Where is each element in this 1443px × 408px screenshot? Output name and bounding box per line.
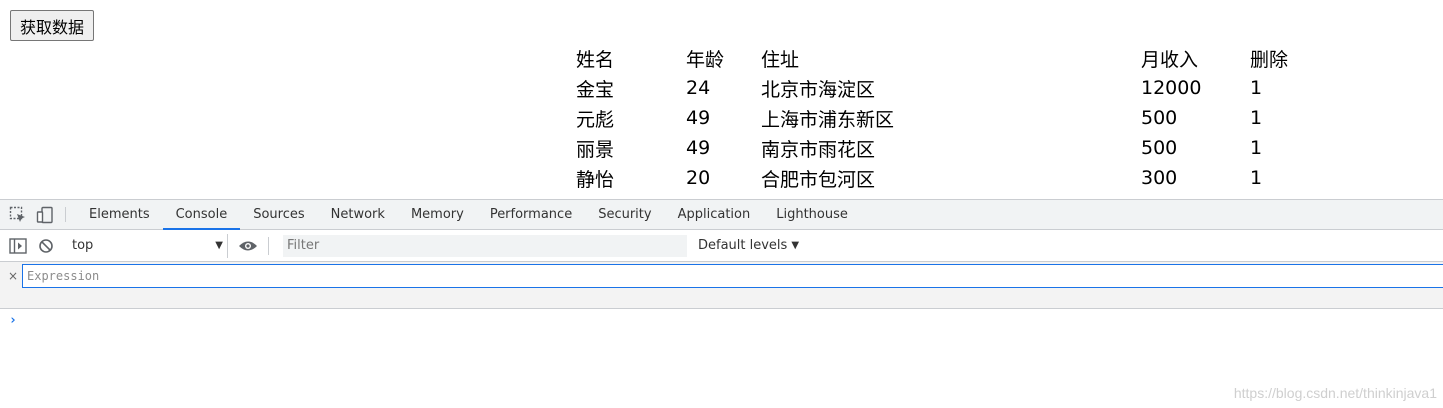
header-name: 姓名 — [576, 48, 615, 71]
cell-income: 300 — [1141, 167, 1178, 189]
header-age: 年龄 — [686, 48, 725, 71]
cell-name: 静怡 — [576, 168, 615, 191]
cell-name: 金宝 — [576, 78, 615, 101]
tab-memory[interactable]: Memory — [398, 200, 477, 229]
devtools-panel: Elements Console Sources Network Memory … — [0, 199, 1443, 408]
tab-security[interactable]: Security — [585, 200, 664, 229]
tab-sources[interactable]: Sources — [240, 200, 317, 229]
tab-elements[interactable]: Elements — [76, 200, 163, 229]
cell-delete[interactable]: 1 — [1250, 133, 1310, 163]
console-output[interactable]: › https://blog.csdn.net/thinkinjava1 — [0, 309, 1443, 407]
tabbar-divider — [65, 207, 66, 222]
devtools-tabbar: Elements Console Sources Network Memory … — [0, 200, 1443, 230]
cell-age: 20 — [686, 167, 711, 189]
watermark: https://blog.csdn.net/thinkinjava1 — [1233, 385, 1437, 401]
live-expression-area: × — [0, 262, 1443, 309]
cell-age: 24 — [686, 77, 711, 99]
tab-console[interactable]: Console — [162, 200, 241, 230]
cell-delete[interactable]: 1 — [1250, 73, 1310, 103]
cell-income: 500 — [1141, 137, 1178, 159]
header-income: 月收入 — [1141, 48, 1199, 71]
page-viewport: 获取数据 姓名 年龄 住址 月收入 删除 金宝 24 北京市海淀区 12000 … — [0, 0, 1443, 199]
device-toolbar-icon[interactable] — [31, 200, 59, 229]
cell-age: 49 — [686, 107, 711, 129]
show-sidebar-icon[interactable] — [4, 232, 32, 260]
cell-delete[interactable]: 1 — [1250, 163, 1310, 193]
clear-console-icon[interactable] — [32, 232, 60, 260]
header-address: 住址 — [761, 48, 800, 71]
table-row: 元彪 49 上海市浦东新区 500 1 — [576, 103, 1310, 133]
context-value: top — [72, 238, 94, 253]
cell-age: 49 — [686, 137, 711, 159]
live-expression-eye-icon[interactable] — [234, 232, 262, 260]
table-header-row: 姓名 年龄 住址 月收入 删除 — [576, 43, 1310, 73]
tab-performance[interactable]: Performance — [477, 200, 585, 229]
tab-network[interactable]: Network — [318, 200, 398, 229]
close-icon[interactable]: × — [8, 269, 18, 283]
cell-address: 南京市雨花区 — [761, 138, 876, 161]
filter-input[interactable] — [283, 234, 687, 257]
cell-address: 上海市浦东新区 — [761, 108, 895, 131]
console-prompt-chevron-icon: › — [9, 313, 17, 328]
cell-address: 合肥市包河区 — [761, 168, 876, 191]
context-selector[interactable]: top ▼ — [68, 233, 228, 258]
inspect-element-icon[interactable] — [5, 200, 31, 229]
tab-lighthouse[interactable]: Lighthouse — [763, 200, 861, 229]
table-row: 丽景 49 南京市雨花区 500 1 — [576, 133, 1310, 163]
console-toolbar: top ▼ Default levels ▼ — [0, 230, 1443, 262]
cell-name: 元彪 — [576, 108, 615, 131]
cell-income: 12000 — [1141, 77, 1202, 99]
tab-application[interactable]: Application — [665, 200, 764, 229]
table-row: 静怡 20 合肥市包河区 300 1 — [576, 163, 1310, 193]
toolbar-divider — [268, 236, 269, 255]
table-row: 金宝 24 北京市海淀区 12000 1 — [576, 73, 1310, 103]
dropdown-arrow-icon: ▼ — [215, 240, 223, 251]
header-delete: 删除 — [1250, 48, 1289, 71]
dropdown-arrow-icon: ▼ — [791, 240, 800, 251]
cell-income: 500 — [1141, 107, 1178, 129]
cell-delete[interactable]: 1 — [1250, 103, 1310, 133]
data-table: 姓名 年龄 住址 月收入 删除 金宝 24 北京市海淀区 12000 1 元彪 … — [576, 43, 1310, 193]
cell-name: 丽景 — [576, 138, 615, 161]
expression-input[interactable] — [22, 264, 1443, 288]
log-levels-dropdown[interactable]: Default levels ▼ — [698, 238, 799, 253]
log-levels-label: Default levels — [698, 238, 788, 253]
cell-address: 北京市海淀区 — [761, 78, 876, 101]
fetch-data-button[interactable]: 获取数据 — [10, 10, 95, 41]
